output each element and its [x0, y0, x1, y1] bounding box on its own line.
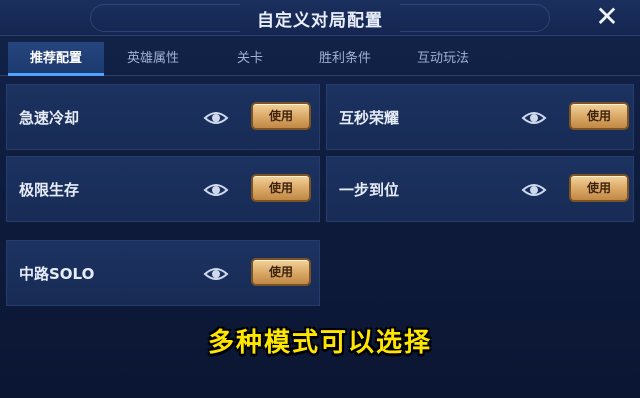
- tab-hero-attributes[interactable]: 英雄属性: [108, 42, 198, 76]
- mode-card: 中路SOLO 使用: [6, 240, 320, 306]
- eye-icon[interactable]: [203, 261, 229, 287]
- mode-card: 一步到位 使用: [326, 156, 634, 222]
- game-dialog: 自定义对局配置 ✕ 推荐配置 英雄属性 关卡 胜利条件 互动玩法 急速冷却 使用…: [0, 0, 640, 398]
- tab-victory-conditions[interactable]: 胜利条件: [300, 42, 390, 76]
- mode-label: 一步到位: [339, 181, 400, 199]
- mode-label: 极限生存: [19, 181, 80, 199]
- use-button[interactable]: 使用: [569, 102, 629, 130]
- title-bar: 自定义对局配置 ✕: [0, 0, 640, 36]
- dialog-title: 自定义对局配置: [257, 11, 383, 31]
- eye-icon[interactable]: [521, 177, 547, 203]
- tab-bar: 推荐配置 英雄属性 关卡 胜利条件 互动玩法: [0, 42, 640, 76]
- close-icon: ✕: [595, 0, 619, 33]
- eye-icon[interactable]: [521, 105, 547, 131]
- eye-icon[interactable]: [203, 105, 229, 131]
- mode-label: 互秒荣耀: [339, 109, 400, 127]
- mode-card: 互秒荣耀 使用: [326, 84, 634, 150]
- tab-recommended[interactable]: 推荐配置: [8, 42, 104, 76]
- mode-card: 急速冷却 使用: [6, 84, 320, 150]
- eye-icon[interactable]: [203, 177, 229, 203]
- mode-label: 中路SOLO: [19, 265, 95, 283]
- mode-card: 极限生存 使用: [6, 156, 320, 222]
- use-button[interactable]: 使用: [251, 174, 311, 202]
- mode-label: 急速冷却: [19, 109, 80, 127]
- use-button[interactable]: 使用: [569, 174, 629, 202]
- video-caption: 多种模式可以选择: [207, 328, 432, 358]
- use-button[interactable]: 使用: [251, 258, 311, 286]
- close-button[interactable]: ✕: [592, 2, 622, 32]
- tab-interactive-play[interactable]: 互动玩法: [398, 42, 488, 76]
- use-button[interactable]: 使用: [251, 102, 311, 130]
- tab-levels[interactable]: 关卡: [210, 42, 290, 76]
